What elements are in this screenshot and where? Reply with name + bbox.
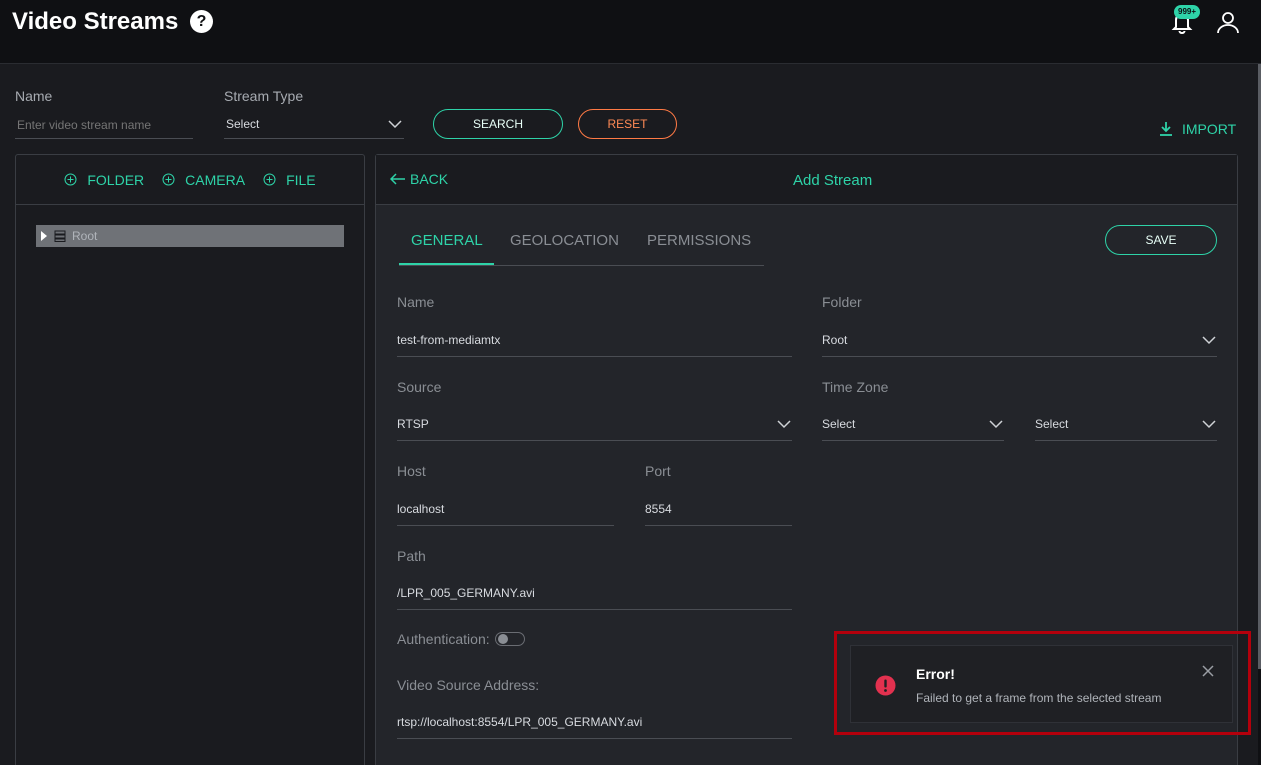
download-icon [1160,122,1172,136]
add-camera-button[interactable]: CAMERA [162,172,245,188]
stream-type-select[interactable]: Select [224,111,404,139]
add-file-label: FILE [286,171,316,188]
error-icon [875,675,896,696]
plus-circle-icon [162,173,175,186]
chevron-down-icon [989,420,1003,429]
search-button[interactable]: SEARCH [433,109,563,139]
plus-circle-icon [64,173,77,186]
stream-type-label: Stream Type [224,88,304,104]
caret-right-icon[interactable] [40,231,48,241]
source-value: RTSP [397,417,429,431]
path-label: Path [397,548,426,564]
add-folder-label: FOLDER [87,171,145,188]
tab-permissions[interactable]: PERMISSIONS [647,232,751,249]
import-label: IMPORT [1182,121,1237,137]
reset-button[interactable]: RESET [578,109,677,139]
user-icon[interactable] [1216,10,1240,34]
authentication-toggle[interactable] [494,632,525,646]
host-label: Host [397,463,426,479]
chevron-down-icon [1202,336,1216,345]
port-label: Port [645,463,671,479]
host-input[interactable]: localhost [397,492,614,526]
timezone-value-2: Select [1035,417,1069,431]
stream-type-value: Select [226,117,260,131]
timezone-select-1[interactable]: Select [822,407,1004,441]
timezone-label: Time Zone [822,379,889,395]
tree-node-label: Root [72,229,98,243]
name-filter-input[interactable] [15,111,193,139]
server-icon [54,230,66,242]
authentication-label: Authentication: [397,631,490,647]
plus-circle-icon [263,173,276,186]
form-title: Add Stream [793,172,873,189]
path-value: /LPR_005_GERMANY.avi [397,586,535,600]
tree-node-root[interactable]: Root [36,225,344,247]
folder-tree-panel: FOLDER CAMERA FILE Root [15,154,365,765]
port-value: 8554 [645,502,672,516]
name-input[interactable]: test-from-mediamtx [397,323,792,357]
name-label: Name [397,294,435,310]
timezone-value-1: Select [822,417,856,431]
import-button[interactable]: IMPORT [1158,121,1236,137]
help-icon[interactable]: ? [190,10,213,33]
toast-message: Failed to get a frame from the selected … [916,691,1162,705]
tab-general[interactable]: GENERAL [411,232,483,249]
notification-badge: 999+ [1174,5,1201,19]
chevron-down-icon [777,420,791,429]
form-header: BACK Add Stream [376,155,1237,205]
name-filter-label: Name [15,88,53,104]
tab-geolocation[interactable]: GEOLOCATION [510,232,619,249]
chevron-down-icon [1202,420,1216,429]
add-file-button[interactable]: FILE [263,172,316,188]
active-tab-indicator [399,263,494,265]
folder-label: Folder [822,294,862,310]
add-camera-label: CAMERA [185,171,246,188]
source-label: Source [397,379,442,395]
folder-value: Root [822,333,848,347]
toggle-knob [497,634,508,644]
error-toast: Error! Failed to get a frame from the se… [850,645,1233,723]
authentication-row: Authentication: [397,631,525,647]
chevron-down-icon [388,120,402,129]
path-input[interactable]: /LPR_005_GERMANY.avi [397,576,792,610]
form-tabs: GENERAL GEOLOCATION PERMISSIONS [399,229,764,266]
add-folder-button[interactable]: FOLDER [64,172,144,188]
top-bar: Video Streams ? 999+ [0,0,1261,64]
video-source-address-input[interactable]: rtsp://localhost:8554/LPR_005_GERMANY.av… [397,705,792,739]
page-title: Video Streams [12,8,179,35]
folder-select[interactable]: Root [822,323,1217,357]
timezone-select-2[interactable]: Select [1035,407,1217,441]
source-select[interactable]: RTSP [397,407,792,441]
tree-actions: FOLDER CAMERA FILE [16,155,364,205]
back-label: BACK [410,171,449,187]
video-source-address-value: rtsp://localhost:8554/LPR_005_GERMANY.av… [397,715,643,729]
toast-title: Error! [916,666,955,682]
close-icon[interactable] [1202,665,1214,677]
host-value: localhost [397,502,445,516]
port-input[interactable]: 8554 [645,492,792,526]
back-button[interactable]: BACK [390,171,448,187]
arrow-left-icon [390,173,405,185]
name-value: test-from-mediamtx [397,333,501,347]
save-button[interactable]: SAVE [1105,225,1217,255]
video-source-address-label: Video Source Address: [397,677,540,693]
